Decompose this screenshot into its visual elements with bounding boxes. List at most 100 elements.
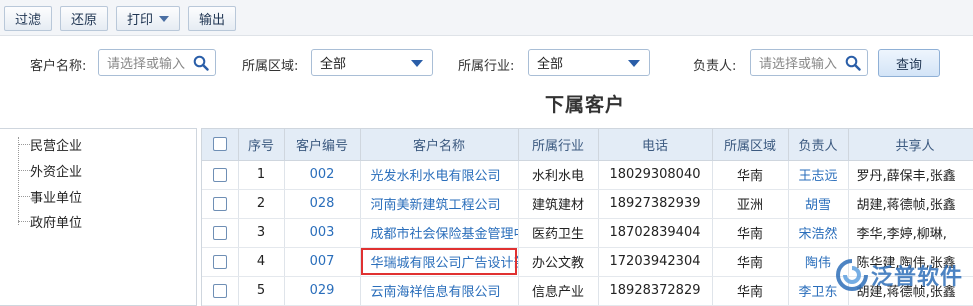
cell-index: 2 xyxy=(238,189,285,219)
cell-code[interactable]: 003 xyxy=(284,218,361,248)
row-select-cell[interactable] xyxy=(202,276,239,306)
brand-logo-icon xyxy=(836,259,868,291)
col-industry[interactable]: 所属行业 xyxy=(518,129,599,161)
category-tree: 民营企业 外资企业 事业单位 政府单位 xyxy=(0,128,197,306)
filter-button-label: 过滤 xyxy=(14,13,41,28)
export-button[interactable]: 输出 xyxy=(188,6,236,31)
cell-code[interactable]: 002 xyxy=(284,160,361,190)
cell-region: 华南 xyxy=(712,218,789,248)
cell-shared: 罗丹,薛保丰,张鑫 xyxy=(848,160,973,190)
toolbar: 过滤 还原 打印 输出 xyxy=(0,0,973,36)
cell-owner[interactable]: 宋浩然 xyxy=(788,218,849,248)
customer-name-label: 客户名称: xyxy=(30,59,87,74)
tree-item-label: 外资企业 xyxy=(30,164,83,180)
cell-phone: 18029308040 xyxy=(598,160,713,190)
chevron-down-icon xyxy=(159,15,169,22)
table-row[interactable]: 2 028 河南美新建筑工程公司 建筑建材 18927382939 亚洲 胡雪 … xyxy=(202,189,973,219)
tree-connector xyxy=(18,195,30,197)
owner-input[interactable]: 请选择或输入 xyxy=(750,49,868,76)
tree-item-label: 事业单位 xyxy=(30,190,83,206)
row-select-cell[interactable] xyxy=(202,189,239,219)
cell-industry: 水利水电 xyxy=(518,160,599,190)
cell-name-link[interactable]: 河南美新建筑工程公司 xyxy=(360,189,519,219)
owner-label: 负责人: xyxy=(693,59,737,74)
region-select[interactable]: 全部 xyxy=(311,49,433,76)
row-checkbox[interactable] xyxy=(212,225,227,240)
col-region[interactable]: 所属区域 xyxy=(712,129,789,161)
search-icon[interactable] xyxy=(845,55,861,71)
cell-region: 亚洲 xyxy=(712,189,789,219)
table-header-row: 序号 客户编号 客户名称 所属行业 电话 所属区域 负责人 共享人 xyxy=(202,129,973,161)
restore-button-label: 还原 xyxy=(70,13,97,28)
cell-index: 1 xyxy=(238,160,285,190)
watermark-text: 泛普软件 xyxy=(871,265,964,290)
table-row[interactable]: 1 002 光发水利水电有限公司 水利水电 18029308040 华南 王志远… xyxy=(202,160,973,190)
customer-name-input[interactable]: 请选择或输入 xyxy=(98,49,216,76)
query-button-label: 查询 xyxy=(895,57,922,73)
select-all-cell[interactable] xyxy=(202,129,239,161)
industry-select[interactable]: 全部 xyxy=(528,49,650,76)
cell-code[interactable]: 028 xyxy=(284,189,361,219)
cell-shared: 李华,李婷,柳琳, xyxy=(848,218,973,248)
cell-owner[interactable]: 王志远 xyxy=(788,160,849,190)
cell-index: 3 xyxy=(238,218,285,248)
dropdown-arrow-icon xyxy=(628,60,640,67)
tree-item[interactable]: 外资企业 xyxy=(18,159,82,181)
cell-name-link[interactable]: 成都市社会保险基金管理中心 xyxy=(360,218,519,248)
restore-button[interactable]: 还原 xyxy=(60,6,108,31)
region-label: 所属区域: xyxy=(242,59,299,74)
col-owner[interactable]: 负责人 xyxy=(788,129,849,161)
tree-connector xyxy=(18,220,30,222)
search-icon[interactable] xyxy=(193,55,209,71)
tree-item[interactable]: 民营企业 xyxy=(18,133,82,155)
cell-shared: 胡建,蒋德帧,张鑫 xyxy=(848,189,973,219)
cell-industry: 医药卫生 xyxy=(518,218,599,248)
cell-region: 华南 xyxy=(712,247,789,277)
query-button[interactable]: 查询 xyxy=(878,49,940,77)
cell-phone: 18702839404 xyxy=(598,218,713,248)
industry-select-value: 全部 xyxy=(537,57,564,72)
col-shared[interactable]: 共享人 xyxy=(848,129,973,161)
owner-placeholder: 请选择或输入 xyxy=(759,57,838,72)
cell-owner[interactable]: 胡雪 xyxy=(788,189,849,219)
tree-item-label: 政府单位 xyxy=(30,215,83,231)
table-row[interactable]: 3 003 成都市社会保险基金管理中心 医药卫生 18702839404 华南 … xyxy=(202,218,973,248)
cell-phone: 18927382939 xyxy=(598,189,713,219)
customer-name-placeholder: 请选择或输入 xyxy=(107,57,186,72)
cell-name-link[interactable]: 光发水利水电有限公司 xyxy=(360,160,519,190)
region-select-value: 全部 xyxy=(320,57,347,72)
row-checkbox[interactable] xyxy=(212,196,227,211)
tree-item[interactable]: 事业单位 xyxy=(18,185,82,207)
col-phone[interactable]: 电话 xyxy=(598,129,713,161)
col-name[interactable]: 客户名称 xyxy=(360,129,519,161)
cell-region: 华南 xyxy=(712,276,789,306)
col-index[interactable]: 序号 xyxy=(238,129,285,161)
page-title: 下属客户 xyxy=(544,94,625,116)
cell-industry: 建筑建材 xyxy=(518,189,599,219)
dropdown-arrow-icon xyxy=(411,60,423,67)
cell-phone: 18928372829 xyxy=(598,276,713,306)
select-all-checkbox[interactable] xyxy=(212,137,227,152)
tree-connector xyxy=(18,143,30,145)
row-select-cell[interactable] xyxy=(202,247,239,277)
filter-button[interactable]: 过滤 xyxy=(4,6,52,31)
cell-region: 华南 xyxy=(712,160,789,190)
row-select-cell[interactable] xyxy=(202,160,239,190)
tree-item[interactable]: 政府单位 xyxy=(18,210,82,232)
watermark: 泛普软件 xyxy=(835,258,963,292)
col-code[interactable]: 客户编号 xyxy=(284,129,361,161)
row-select-cell[interactable] xyxy=(202,218,239,248)
row-checkbox[interactable] xyxy=(212,167,227,182)
tree-connector xyxy=(18,169,30,171)
tree-item-label: 民营企业 xyxy=(30,138,83,154)
print-button[interactable]: 打印 xyxy=(116,6,180,31)
row-checkbox[interactable] xyxy=(212,283,227,298)
cell-industry: 信息产业 xyxy=(518,276,599,306)
cell-code[interactable]: 029 xyxy=(284,276,361,306)
row-checkbox[interactable] xyxy=(212,254,227,269)
cell-industry: 办公文教 xyxy=(518,247,599,277)
cell-name-link[interactable]: 云南海祥信息有限公司 xyxy=(360,276,519,306)
cell-index: 4 xyxy=(238,247,285,277)
cell-name-link-highlighted[interactable]: 华瑞城有限公司广告设计部 xyxy=(360,247,519,277)
cell-code[interactable]: 007 xyxy=(284,247,361,277)
